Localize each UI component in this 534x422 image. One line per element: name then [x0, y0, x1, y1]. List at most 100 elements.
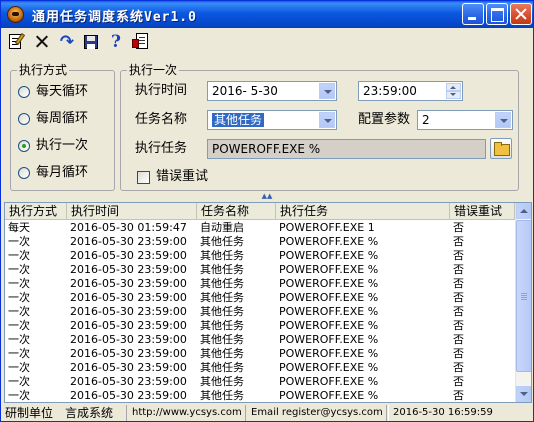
exec-task-label: 执行任务 — [135, 141, 188, 156]
toolbar: ↷ ? — [1, 29, 533, 55]
table-cell: POWEROFF.EXE % — [279, 305, 379, 318]
table-row[interactable]: 一次 2016-05-30 23:59:00 其他任务 POWEROFF.EXE % 否 — [5, 249, 515, 263]
column-header[interactable]: 执行时间 — [67, 203, 197, 220]
table-cell: 其他任务 — [200, 277, 244, 290]
export-icon[interactable] — [131, 32, 151, 52]
radio-dot[interactable] — [18, 140, 30, 152]
exec-task-value: POWEROFF.EXE % — [212, 142, 321, 156]
time-spinner[interactable] — [446, 83, 461, 99]
table-cell: 其他任务 — [200, 319, 244, 332]
status-email: Email register@ycsys.com — [247, 405, 387, 421]
table-row[interactable]: 一次 2016-05-30 23:59:00 其他任务 POWEROFF.EXE % 否 — [5, 263, 515, 277]
maximize-button[interactable] — [486, 3, 508, 25]
table-cell: 一次 — [8, 249, 30, 262]
table-cell: 一次 — [8, 333, 30, 346]
table-row[interactable]: 一次 2016-05-30 23:59:00 其他任务 POWEROFF.EXE % 否 — [5, 277, 515, 291]
close-button[interactable] — [510, 3, 532, 25]
minimize-button[interactable] — [462, 3, 484, 25]
radio-dot[interactable] — [18, 86, 30, 98]
delete-icon[interactable] — [32, 32, 52, 52]
table-cell: 否 — [453, 319, 464, 332]
table-row[interactable]: 一次 2016-05-30 23:59:00 其他任务 POWEROFF.EXE % 否 — [5, 375, 515, 389]
table-cell: 其他任务 — [200, 263, 244, 276]
folder-open-icon[interactable] — [490, 138, 512, 159]
table-cell: 2016-05-30 01:59:47 — [70, 221, 187, 234]
table-cell: 否 — [453, 263, 464, 276]
radio-label: 执行一次 — [36, 138, 89, 153]
once-groupbox: 执行一次 执行时间 2016- 5-30 23:59:00 任务名称 其他任务 … — [120, 63, 519, 191]
table-cell: POWEROFF.EXE % — [279, 319, 379, 332]
task-name-select[interactable]: 其他任务 — [207, 110, 337, 130]
radio-label: 每周循环 — [36, 111, 89, 126]
task-list[interactable]: 执行方式 执行时间 任务名称 执行任务 错误重试 每天 2016-05-30 01… — [4, 202, 532, 403]
table-cell: 2016-05-30 23:59:00 — [70, 235, 187, 248]
time-picker[interactable]: 23:59:00 — [358, 81, 463, 101]
spin-up-icon[interactable] — [446, 83, 461, 91]
table-row[interactable]: 一次 2016-05-30 23:59:00 其他任务 POWEROFF.EXE % 否 — [5, 319, 515, 333]
table-cell: 一次 — [8, 277, 30, 290]
table-cell: 其他任务 — [200, 291, 244, 304]
table-cell: 其他任务 — [200, 235, 244, 248]
table-cell: 2016-05-30 23:59:00 — [70, 333, 187, 346]
table-cell: 否 — [453, 389, 464, 402]
table-row[interactable]: 一次 2016-05-30 23:59:00 其他任务 POWEROFF.EXE % 否 — [5, 389, 515, 402]
table-cell: 2016-05-30 23:59:00 — [70, 375, 187, 388]
chevron-down-icon[interactable] — [319, 112, 335, 128]
column-header[interactable]: 执行方式 — [5, 203, 67, 220]
table-cell: POWEROFF.EXE % — [279, 249, 379, 262]
column-header[interactable]: 任务名称 — [197, 203, 276, 220]
refresh-icon[interactable]: ↷ — [57, 32, 77, 52]
scroll-up-icon[interactable] — [516, 203, 531, 219]
status-url: http://www.ycsys.com — [128, 405, 246, 421]
table-cell: 其他任务 — [200, 347, 244, 360]
vertical-scrollbar[interactable] — [515, 203, 531, 402]
table-cell: 其他任务 — [200, 249, 244, 262]
table-row[interactable]: 一次 2016-05-30 23:59:00 其他任务 POWEROFF.EXE % 否 — [5, 347, 515, 361]
task-name-value: 其他任务 — [212, 113, 265, 127]
table-cell: 一次 — [8, 263, 30, 276]
time-value: 23:59:00 — [363, 84, 417, 98]
save-icon[interactable] — [81, 32, 101, 52]
table-cell: 其他任务 — [200, 333, 244, 346]
spin-down-icon[interactable] — [446, 91, 461, 99]
chevron-down-icon[interactable] — [319, 83, 335, 99]
table-row[interactable]: 一次 2016-05-30 23:59:00 其他任务 POWEROFF.EXE % 否 — [5, 235, 515, 249]
column-header[interactable]: 执行任务 — [276, 203, 450, 220]
table-cell: 一次 — [8, 361, 30, 374]
config-value: 2 — [422, 113, 430, 127]
date-picker[interactable]: 2016- 5-30 — [207, 81, 337, 101]
table-cell: 其他任务 — [200, 375, 244, 388]
help-icon[interactable]: ? — [106, 32, 126, 52]
chevron-down-icon[interactable] — [495, 112, 511, 128]
table-cell: 否 — [453, 347, 464, 360]
retry-checkbox[interactable] — [137, 171, 150, 184]
table-cell: 2016-05-30 23:59:00 — [70, 361, 187, 374]
radio-dot[interactable] — [18, 113, 30, 125]
table-cell: 否 — [453, 375, 464, 388]
table-row[interactable]: 每天 2016-05-30 01:59:47 自动重启 POWEROFF.EXE 1 否 — [5, 221, 515, 235]
radio-dot[interactable] — [18, 167, 30, 179]
scroll-down-icon[interactable] — [516, 386, 531, 402]
table-row[interactable]: 一次 2016-05-30 23:59:00 其他任务 POWEROFF.EXE % 否 — [5, 291, 515, 305]
table-cell: 一次 — [8, 235, 30, 248]
config-select[interactable]: 2 — [417, 110, 513, 130]
config-label: 配置参数 — [358, 112, 411, 127]
scroll-thumb[interactable] — [516, 220, 531, 372]
column-header[interactable]: 错误重试 — [450, 203, 515, 220]
table-cell: 2016-05-30 23:59:00 — [70, 347, 187, 360]
table-cell: 2016-05-30 23:59:00 — [70, 305, 187, 318]
app-logo-icon[interactable] — [7, 6, 24, 23]
retry-label: 错误重试 — [156, 169, 209, 184]
exec-task-field[interactable]: POWEROFF.EXE % — [207, 139, 486, 159]
table-row[interactable]: 一次 2016-05-30 23:59:00 其他任务 POWEROFF.EXE % 否 — [5, 305, 515, 319]
table-body: 每天 2016-05-30 01:59:47 自动重启 POWEROFF.EXE 1 否… — [5, 221, 515, 402]
table-cell: 否 — [453, 333, 464, 346]
title-bar[interactable]: 通用任务调度系统Ver1.0 — [1, 1, 533, 28]
table-row[interactable]: 一次 2016-05-30 23:59:00 其他任务 POWEROFF.EXE % 否 — [5, 333, 515, 347]
splitter-handle[interactable]: ▲▲ — [255, 193, 279, 200]
table-cell: 2016-05-30 23:59:00 — [70, 291, 187, 304]
new-task-icon[interactable] — [7, 32, 27, 52]
radio-label: 每天循环 — [36, 84, 89, 99]
table-cell: 一次 — [8, 305, 30, 318]
table-row[interactable]: 一次 2016-05-30 23:59:00 其他任务 POWEROFF.EXE % 否 — [5, 361, 515, 375]
